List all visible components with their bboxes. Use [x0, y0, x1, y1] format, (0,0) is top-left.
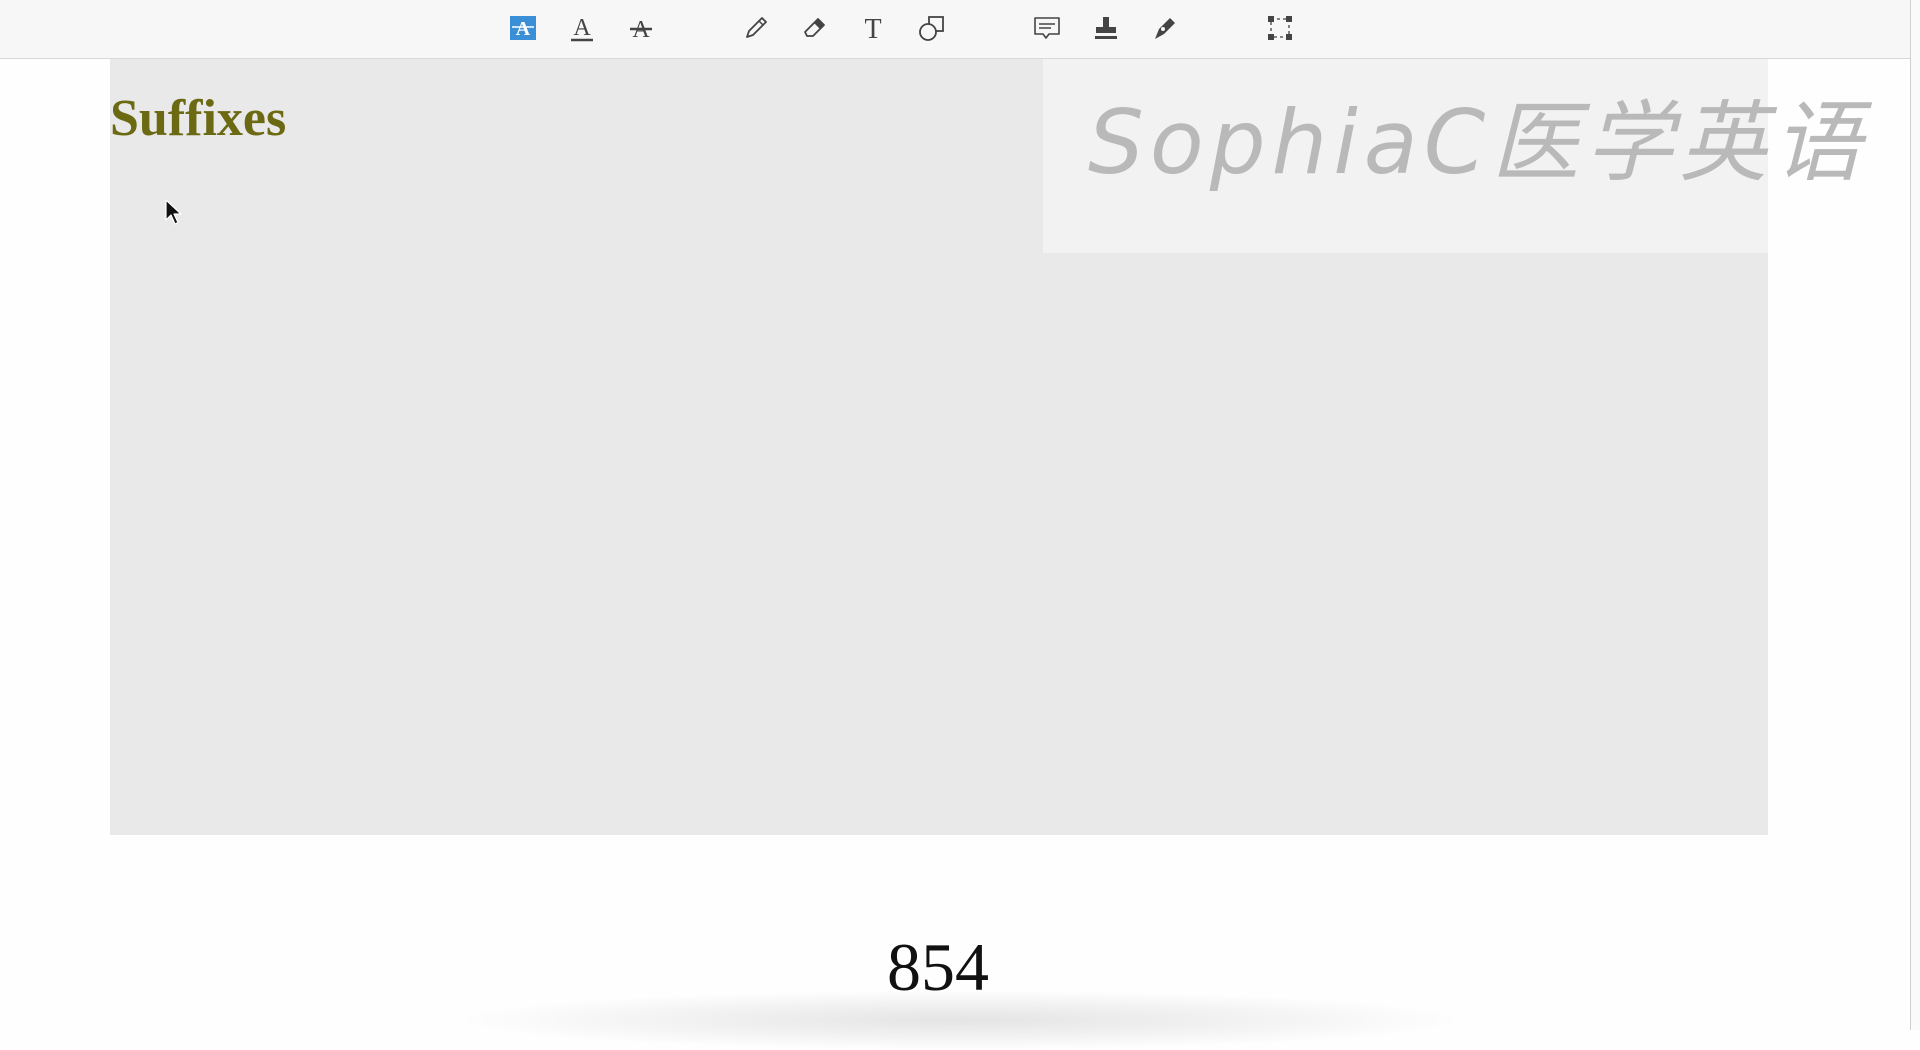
watermark-text: SophiaC医学英语 — [1088, 91, 1868, 194]
highlight-text-button[interactable]: A — [506, 13, 540, 47]
shapes-icon — [917, 13, 947, 48]
underline-text-button[interactable]: A — [565, 13, 599, 47]
strikethrough-text-icon: A — [626, 13, 656, 48]
page-title: Suffixes — [110, 90, 287, 147]
annotation-toolbar: A A A — [0, 0, 1910, 59]
comment-button[interactable] — [1030, 13, 1064, 47]
mouse-cursor-icon — [164, 198, 184, 226]
svg-text:T: T — [864, 14, 881, 43]
svg-text:A: A — [573, 15, 591, 41]
strikethrough-text-button[interactable]: A — [624, 13, 658, 47]
text-tool-button[interactable]: T — [856, 13, 890, 47]
eraser-button[interactable] — [798, 13, 832, 47]
underline-text-icon: A — [567, 13, 597, 48]
svg-text:A: A — [516, 18, 531, 40]
highlight-text-icon: A — [508, 13, 538, 48]
eraser-icon — [800, 13, 830, 48]
stamp-icon — [1091, 13, 1121, 48]
shapes-button[interactable] — [915, 13, 949, 47]
stamp-button[interactable] — [1089, 13, 1123, 47]
signature-pen-icon — [1150, 13, 1180, 48]
page-shadow — [450, 990, 1470, 1050]
pencil-button[interactable] — [739, 13, 773, 47]
pencil-icon — [741, 13, 771, 48]
signature-button[interactable] — [1148, 13, 1182, 47]
selection-icon — [1265, 13, 1295, 48]
text-tool-icon: T — [858, 13, 888, 48]
comment-icon — [1032, 13, 1062, 48]
selection-button[interactable] — [1263, 13, 1297, 47]
window-right-edge — [1910, 0, 1920, 1030]
